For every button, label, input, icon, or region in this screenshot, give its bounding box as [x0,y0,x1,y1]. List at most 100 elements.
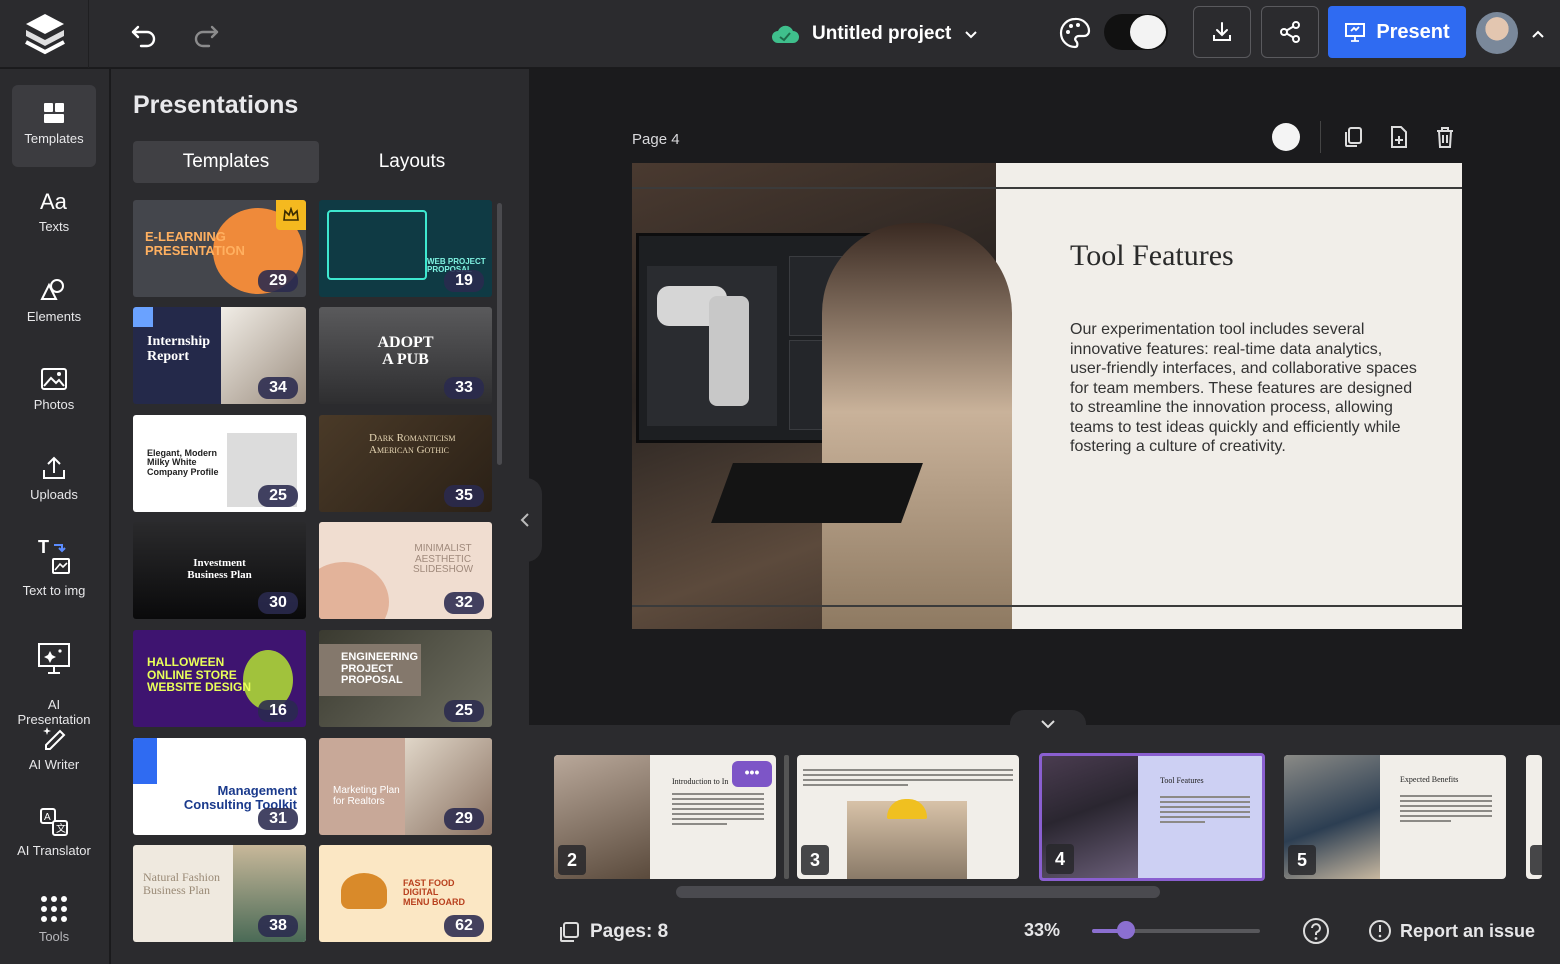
sidebar-item-label: Texts [38,219,70,234]
help-icon[interactable] [1302,917,1330,945]
template-card[interactable]: WEB PROJECT PROPOSAL 19 [319,200,492,297]
toggle-knob [1130,15,1166,49]
thumbnail-title: Tool Features [1160,776,1204,785]
app-logo-icon[interactable] [22,12,68,56]
thumbnail-title: Expected Benefits [1400,775,1459,784]
template-card[interactable]: Management Consulting Toolkit 31 [133,738,306,835]
sidebar-item-label: Templates [24,131,84,146]
page-thumbnail[interactable]: Expected Benefits 5 [1284,755,1506,879]
template-card[interactable]: Internship Report 34 [133,307,306,404]
tab-templates[interactable]: Templates [133,141,319,183]
ai-writer-icon [43,727,66,750]
thumbnail-text [803,769,1013,789]
template-card[interactable]: E-LEARNING PRESENTATION 29 [133,200,306,297]
template-page-count: 62 [444,915,484,937]
slide-body[interactable]: Our experimentation tool includes severa… [1070,320,1420,457]
zoom-level: 33% [1024,920,1061,940]
template-card[interactable]: Elegant, Modern Milky White Company Prof… [133,415,306,512]
sidebar-item-templates[interactable]: Templates [12,85,96,167]
project-title[interactable]: Untitled project [812,23,951,45]
template-page-count: 33 [444,377,484,399]
sidebar-item-ai-writer[interactable]: AI Writer [12,723,96,772]
template-page-count: 35 [444,485,484,507]
project-title-menu[interactable]: Untitled project [770,16,979,52]
template-page-count: 29 [258,270,298,292]
undo-icon[interactable] [128,18,160,50]
alert-icon [1369,920,1391,942]
template-card[interactable]: FAST FOOD DIGITAL MENU BOARD 62 [319,845,492,942]
sidebar-item-label: AI Writer [28,757,80,772]
download-button[interactable] [1193,6,1251,58]
template-card[interactable]: HALLOWEEN ONLINE STORE WEBSITE DESIGN 16 [133,630,306,727]
template-title: Internship Report [147,334,211,364]
pages-icon [560,922,579,942]
chevron-down-icon[interactable] [963,26,979,42]
duplicate-icon[interactable] [1341,125,1365,149]
trash-icon[interactable] [1433,125,1457,149]
sidebar-item-tools[interactable]: Tools [12,895,96,944]
thumbnail-text [1160,796,1250,826]
thumbnail-number: 2 [558,845,586,875]
toolbar-divider [1320,121,1321,153]
more-icon[interactable]: ••• [732,761,772,787]
template-card[interactable]: Investment Business Plan 30 [133,522,306,619]
sidebar-item-ai-presentation[interactable]: AI Presentation [12,625,96,727]
template-page-count: 31 [258,808,298,830]
slide-color-swatch[interactable] [1272,123,1300,151]
thumbnail-number: 3 [801,845,829,875]
chevron-up-icon[interactable] [1528,24,1548,44]
slide-toolbar [1272,120,1457,154]
sidebar-item-ai-translator[interactable]: A 文 AI Translator [12,807,96,858]
sidebar-item-elements[interactable]: Elements [12,277,96,324]
report-label: Report an issue [1400,920,1536,941]
sidebar-item-uploads[interactable]: Uploads [12,455,96,502]
page-thumbnail-partial[interactable] [1526,755,1542,879]
sidebar-item-label: Uploads [30,487,78,502]
sidebar-item-label: AI Translator [17,843,91,858]
redo-icon[interactable] [190,18,222,50]
template-page-count: 38 [258,915,298,937]
template-card[interactable]: Marketing Plan for Realtors 29 [319,738,492,835]
slide-canvas[interactable]: Tool Features Our experimentation tool i… [632,163,1462,629]
template-card[interactable]: ADOPT A PUB 33 [319,307,492,404]
share-button[interactable] [1261,6,1319,58]
collapse-panel-button[interactable] [510,478,542,562]
crown-icon [283,207,299,221]
template-card[interactable]: Dark Romanticism American Gothic 35 [319,415,492,512]
template-title: MINIMALIST AESTHETIC SLIDESHOW [413,543,474,575]
palette-icon[interactable] [1058,16,1092,50]
svg-text:T: T [38,537,49,557]
present-button[interactable]: Present [1328,6,1466,58]
add-page-icon[interactable] [1387,125,1411,149]
download-icon [1213,22,1231,41]
sidebar-item-photos[interactable]: Photos [12,367,96,412]
slide-photo[interactable] [632,163,1012,629]
zoom-slider-handle[interactable] [1116,921,1135,939]
page-thumbnail[interactable]: 3 [797,755,1019,879]
sidebar-item-text-to-img[interactable]: T Text to img [12,537,96,598]
photo-icon [41,368,67,390]
slide-title[interactable]: Tool Features [1070,239,1234,273]
thumbnail-text [672,793,764,828]
template-card[interactable]: MINIMALIST AESTHETIC SLIDESHOW 32 [319,522,492,619]
template-card[interactable]: Natural Fashion Business Plan 38 [133,845,306,942]
strip-scrollbar[interactable] [676,886,1160,898]
template-card[interactable]: ENGINEERING PROJECT PROPOSAL 25 [319,630,492,727]
chevron-down-icon [1041,720,1055,729]
avatar[interactable] [1476,12,1518,54]
templates-panel: Presentations Templates Layouts E-LEARNI… [111,69,529,964]
report-issue-button[interactable]: Report an issue [1368,916,1535,946]
sidebar-item-label: Elements [26,309,82,324]
theme-toggle[interactable] [1104,14,1168,50]
svg-text:A: A [44,812,51,823]
page-thumbnail-selected[interactable]: Tool Features 4 [1039,753,1265,881]
tab-layouts[interactable]: Layouts [319,141,505,183]
grid-icon [41,896,67,922]
page-thumbnail[interactable]: Introduction to In ••• 2 [554,755,776,879]
pages-count[interactable]: Pages: 8 [558,916,668,948]
sidebar-item-texts[interactable]: Aa Texts [12,189,96,234]
strip-toggle[interactable] [1010,710,1086,736]
app-root: Untitled project Present Templates Aa Te… [0,0,1560,964]
present-icon [1345,23,1366,42]
panel-scrollbar[interactable] [497,203,502,465]
